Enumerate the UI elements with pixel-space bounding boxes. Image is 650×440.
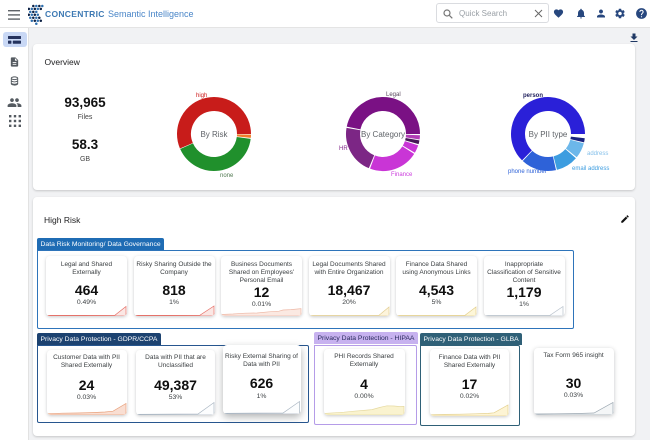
svg-text:By Risk: By Risk	[200, 130, 228, 139]
svg-text:none: none	[220, 173, 234, 179]
svg-text:high: high	[196, 93, 207, 99]
svg-text:By Category: By Category	[361, 130, 405, 139]
svg-text:By PII type: By PII type	[529, 130, 568, 139]
svg-text:email address: email address	[572, 166, 609, 172]
svg-text:HR: HR	[339, 146, 348, 152]
svg-text:phone number: phone number	[508, 169, 547, 175]
svg-text:address: address	[587, 151, 608, 157]
svg-text:Legal: Legal	[386, 92, 401, 98]
svg-text:Finance: Finance	[391, 172, 413, 178]
svg-text:person: person	[523, 93, 543, 99]
